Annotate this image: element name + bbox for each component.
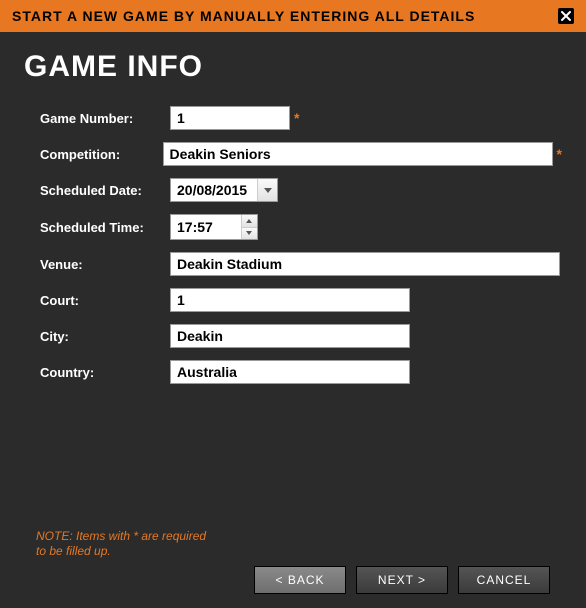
required-marker: *	[557, 146, 562, 162]
button-row: < BACK NEXT > CANCEL	[36, 566, 550, 594]
row-city: City:	[40, 324, 562, 348]
chevron-down-icon[interactable]	[257, 179, 277, 201]
row-country: Country:	[40, 360, 562, 384]
scheduled-date-value: 20/08/2015	[171, 179, 257, 201]
venue-input[interactable]	[170, 252, 560, 276]
row-scheduled-time: Scheduled Time: 17:57	[40, 214, 562, 240]
country-input[interactable]	[170, 360, 410, 384]
required-marker: *	[294, 110, 299, 126]
dialog-header-title: START A NEW GAME BY MANUALLY ENTERING AL…	[12, 8, 475, 24]
scheduled-time-value: 17:57	[171, 215, 241, 239]
time-down-icon[interactable]	[242, 227, 257, 240]
label-venue: Venue:	[40, 257, 170, 272]
page-title: GAME INFO	[24, 50, 562, 84]
court-input[interactable]	[170, 288, 410, 312]
label-scheduled-time: Scheduled Time:	[40, 220, 170, 235]
time-up-icon[interactable]	[242, 215, 257, 227]
dialog-footer: NOTE: Items with * are required to be fi…	[24, 529, 562, 608]
game-info-form: Game Number: * Competition: * Scheduled …	[24, 106, 562, 529]
competition-input[interactable]	[163, 142, 553, 166]
row-scheduled-date: Scheduled Date: 20/08/2015	[40, 178, 562, 202]
scheduled-date-picker[interactable]: 20/08/2015	[170, 178, 278, 202]
row-game-number: Game Number: *	[40, 106, 562, 130]
label-game-number: Game Number:	[40, 111, 170, 126]
back-button[interactable]: < BACK	[254, 566, 346, 594]
label-competition: Competition:	[40, 147, 163, 162]
city-input[interactable]	[170, 324, 410, 348]
dialog-body: GAME INFO Game Number: * Competition: * …	[0, 32, 586, 608]
game-number-input[interactable]	[170, 106, 290, 130]
next-button[interactable]: NEXT >	[356, 566, 448, 594]
scheduled-time-stepper[interactable]: 17:57	[170, 214, 258, 240]
row-competition: Competition: *	[40, 142, 562, 166]
row-venue: Venue:	[40, 252, 562, 276]
required-note: NOTE: Items with * are required to be fi…	[36, 529, 216, 560]
label-court: Court:	[40, 293, 170, 308]
label-city: City:	[40, 329, 170, 344]
close-icon[interactable]	[558, 8, 574, 24]
cancel-button[interactable]: CANCEL	[458, 566, 550, 594]
dialog-header: START A NEW GAME BY MANUALLY ENTERING AL…	[0, 0, 586, 32]
row-court: Court:	[40, 288, 562, 312]
label-scheduled-date: Scheduled Date:	[40, 183, 170, 198]
new-game-dialog: START A NEW GAME BY MANUALLY ENTERING AL…	[0, 0, 586, 608]
label-country: Country:	[40, 365, 170, 380]
